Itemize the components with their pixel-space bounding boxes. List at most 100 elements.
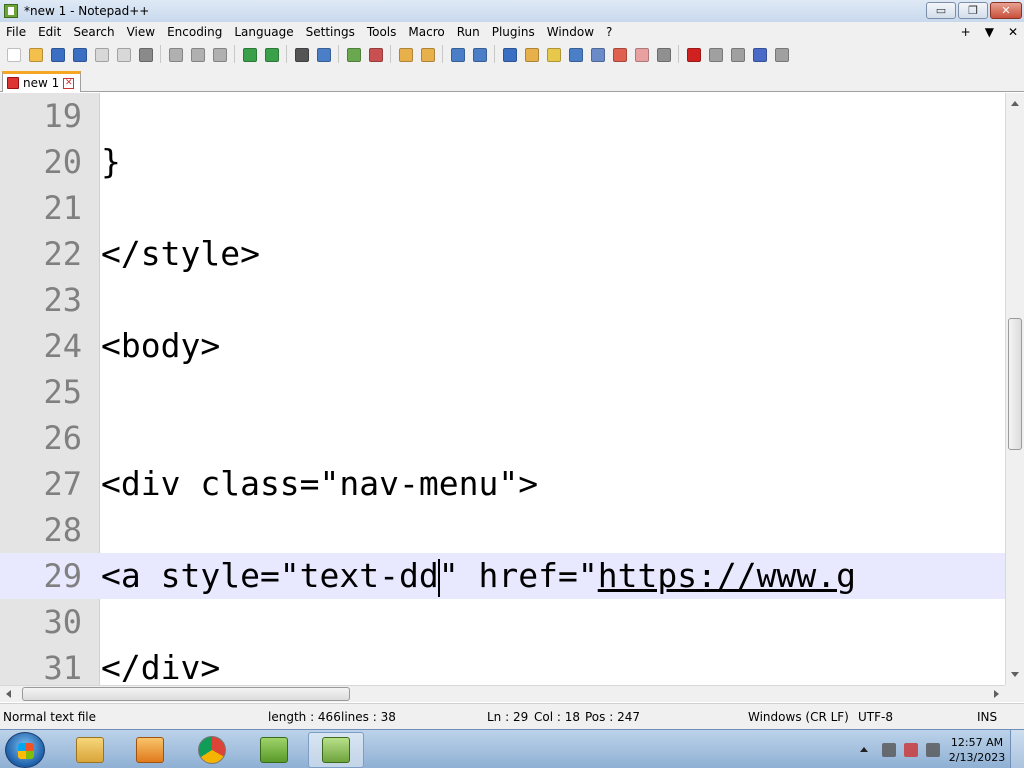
code-line: 19 [0,93,1005,139]
cut-icon[interactable] [166,45,184,63]
doc-map-icon[interactable] [544,45,562,63]
code-line: 27 <div class="nav-menu"> [0,461,1005,507]
toolbar-separator [494,45,495,63]
scroll-right-icon[interactable] [994,690,999,698]
taskbar-media-player[interactable] [122,732,178,768]
toolbar-separator [234,45,235,63]
tab-list-dropdown-icon[interactable]: ▼ [985,22,994,42]
show-hidden-icons-icon[interactable] [860,747,868,752]
line-number: 30 [43,603,82,641]
paste-icon[interactable] [210,45,228,63]
redo-icon[interactable] [262,45,280,63]
menu-view[interactable]: View [121,22,161,42]
menu-edit[interactable]: Edit [32,22,67,42]
volume-icon[interactable] [926,742,940,757]
code-line: 21 [0,185,1005,231]
find-icon[interactable] [292,45,310,63]
taskbar-notepadpp[interactable] [308,732,364,768]
close-document-icon[interactable]: ✕ [1008,22,1018,42]
taskbar-csharp-ide[interactable] [246,732,302,768]
show-all-characters-icon[interactable] [470,45,488,63]
close-all-icon[interactable] [114,45,132,63]
record-macro-icon[interactable] [684,45,702,63]
horizontal-scrollbar[interactable] [0,685,1005,702]
scroll-left-icon[interactable] [6,690,11,698]
menu-tools[interactable]: Tools [361,22,403,42]
open-file-icon[interactable] [26,45,44,63]
maximize-button[interactable]: ❐ [958,2,988,19]
line-number: 19 [43,97,82,135]
menu-window[interactable]: Window [541,22,600,42]
monitoring-icon[interactable] [632,45,650,63]
stop-recording-icon[interactable] [706,45,724,63]
undo-icon[interactable] [240,45,258,63]
zoom-out-icon[interactable] [366,45,384,63]
start-button[interactable] [5,732,45,768]
menu-plugins[interactable]: Plugins [486,22,541,42]
line-number: 25 [43,373,82,411]
menu-macro[interactable]: Macro [402,22,450,42]
status-bar: Normal text file length : 466 lines : 38… [0,703,1024,729]
copy-icon[interactable] [188,45,206,63]
folder-icon [76,737,104,763]
play-macro-icon[interactable] [728,45,746,63]
close-button[interactable]: ✕ [990,2,1022,19]
function-list-icon[interactable] [566,45,584,63]
sync-horizontal-icon[interactable] [418,45,436,63]
show-desktop-button[interactable] [1010,730,1024,768]
menu-help[interactable]: ? [600,22,618,42]
line-number: 20 [43,143,82,181]
url-link[interactable]: https://www.g [598,556,856,595]
save-icon[interactable] [48,45,66,63]
indent-guide-icon[interactable] [500,45,518,63]
menu-search[interactable]: Search [67,22,120,42]
menu-encoding[interactable]: Encoding [161,22,228,42]
vertical-scroll-thumb[interactable] [1008,318,1022,450]
word-wrap-icon[interactable] [448,45,466,63]
save-macro-icon[interactable] [772,45,790,63]
taskbar-file-explorer[interactable] [62,732,118,768]
line-text: <a style="text-dd" href="https://www.g [101,553,856,599]
toolbar-separator [338,45,339,63]
taskbar-clock[interactable]: 12:57 AM 2/13/2023 [944,735,1010,765]
minimize-button[interactable]: ▭ [926,2,956,19]
new-file-icon[interactable] [4,45,22,63]
code-line: 23 [0,277,1005,323]
sync-vertical-icon[interactable] [396,45,414,63]
line-number: 28 [43,511,82,549]
status-length: length : 466 [268,710,341,724]
taskbar-chrome[interactable] [184,732,240,768]
system-tray: 12:57 AM 2/13/2023 [850,730,1024,768]
notepadpp-app-icon[interactable] [4,4,18,18]
menu-file[interactable]: File [0,22,32,42]
close-file-icon[interactable] [92,45,110,63]
document-list-icon[interactable] [610,45,628,63]
code-line: 20 } [0,139,1005,185]
menu-language[interactable]: Language [228,22,299,42]
run-macro-multiple-icon[interactable] [750,45,768,63]
scroll-down-icon[interactable] [1011,672,1019,677]
csharp-icon [260,737,288,763]
action-center-icon[interactable] [904,742,918,757]
tab-new-1[interactable]: new 1 ✕ [2,71,82,92]
new-tab-plus-icon[interactable]: + [961,22,971,42]
menu-run[interactable]: Run [451,22,486,42]
status-insert-mode: INS [977,710,998,724]
language-define-icon[interactable] [522,45,540,63]
code-line: 24 <body> [0,323,1005,369]
replace-icon[interactable] [314,45,332,63]
network-icon[interactable] [882,742,896,757]
print-icon[interactable] [136,45,154,63]
menu-settings[interactable]: Settings [300,22,361,42]
code-editor[interactable]: 19 20 } 21 22 </style> 23 24 <body> 25 2… [0,93,1005,685]
folder-as-workspace-icon[interactable] [588,45,606,63]
status-position: Pos : 247 [585,710,640,724]
tab-close-icon[interactable]: ✕ [63,77,75,89]
media-player-icon [136,737,164,763]
save-all-icon[interactable] [70,45,88,63]
vertical-scrollbar[interactable] [1005,93,1024,685]
scroll-up-icon[interactable] [1011,101,1019,106]
zoom-in-icon[interactable] [344,45,362,63]
horizontal-scroll-thumb[interactable] [22,687,350,701]
macro-panel-icon[interactable] [654,45,672,63]
